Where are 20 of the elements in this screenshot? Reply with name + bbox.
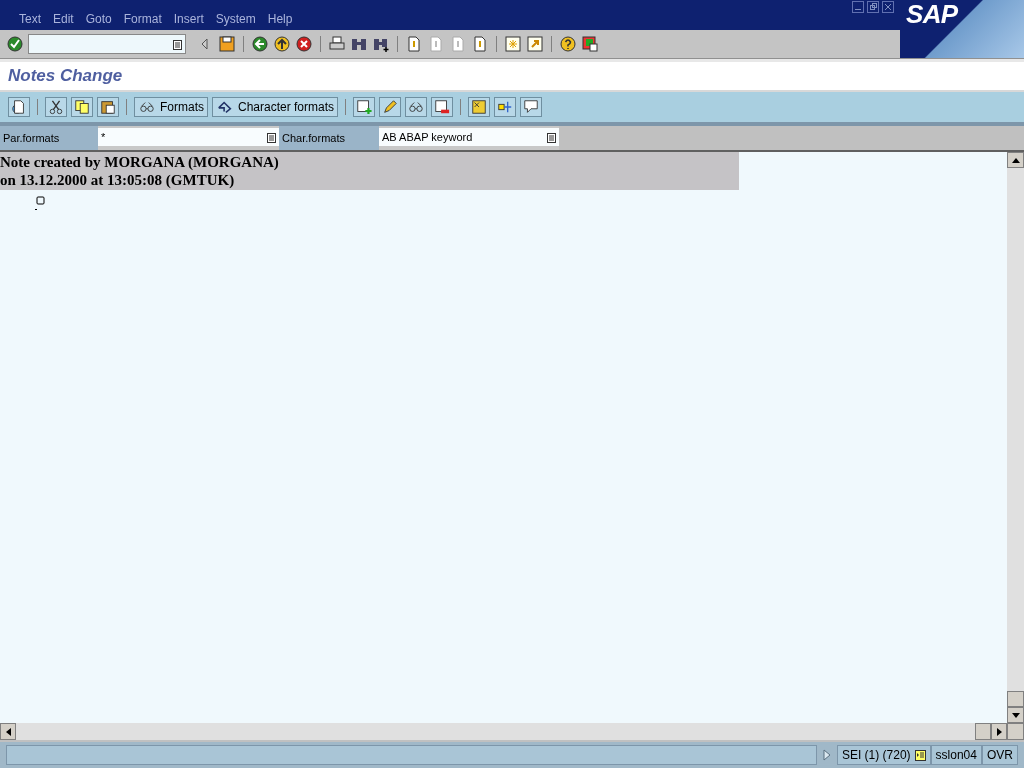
screen-title: Notes Change [8, 65, 123, 88]
menu-item[interactable]: Format [118, 10, 167, 28]
format-button[interactable]: Formats [134, 97, 208, 117]
session-info: SEI (1) (720) [841, 747, 911, 764]
field-label: Char.formats [282, 130, 345, 146]
menu-item[interactable]: Insert [168, 10, 209, 28]
menu-item[interactable]: Help [262, 10, 298, 28]
menu-item[interactable]: Text [14, 10, 46, 28]
format-button[interactable]: Character formats [212, 97, 339, 117]
field-label: Par.formats [3, 130, 60, 146]
menu-item[interactable]: System [210, 10, 261, 28]
menu-item[interactable]: Goto [80, 10, 117, 28]
server-name: sslon04 [935, 747, 977, 764]
input-mode: OVR [987, 747, 1013, 764]
format-field[interactable]: AB ABAP keyword [379, 126, 559, 150]
note-header-line: Note created by MORGANA (MORGANA) [0, 153, 280, 171]
sap-logo: SAP [906, 0, 958, 28]
menu-item[interactable]: Edit [48, 10, 79, 28]
note-header-line: on 13.12.2000 at 13:05:08 (GMTUK) [0, 171, 236, 189]
format-field[interactable]: * [98, 126, 279, 150]
